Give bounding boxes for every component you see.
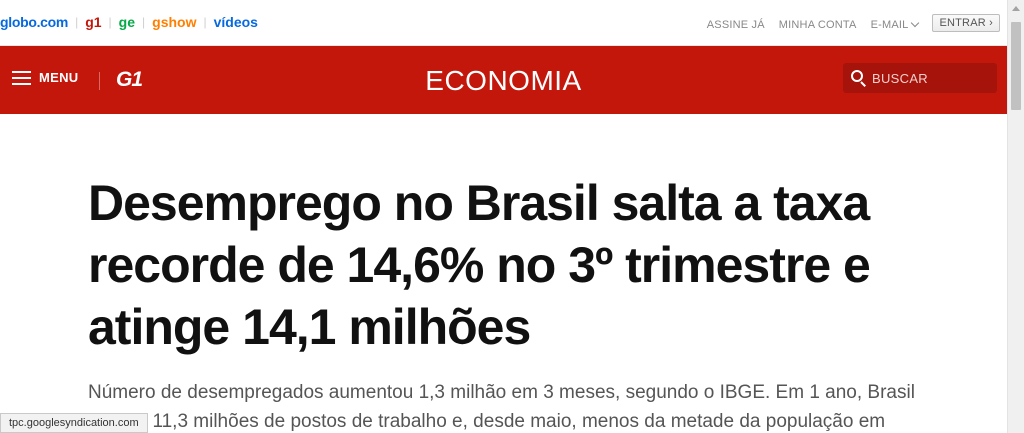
scroll-up-arrow-icon[interactable] bbox=[1012, 6, 1020, 11]
separator: | bbox=[142, 15, 146, 29]
brand-link-ge[interactable]: ge bbox=[119, 14, 135, 30]
login-button[interactable]: ENTRAR › bbox=[932, 14, 1000, 32]
email-label: E-MAIL bbox=[870, 19, 909, 31]
scrollbar-thumb[interactable] bbox=[1011, 22, 1021, 110]
brand-link-globo[interactable]: globo.com bbox=[0, 14, 68, 30]
search-placeholder: BUSCAR bbox=[872, 70, 928, 86]
browser-status-bar: tpc.googlesyndication.com bbox=[0, 413, 148, 433]
section-header: MENU G1 ECONOMIA BUSCAR bbox=[0, 46, 1007, 114]
article-subheadline: Número de desempregados aumentou 1,3 mil… bbox=[88, 382, 915, 432]
chevron-down-icon bbox=[911, 18, 920, 28]
article-headline: Desemprego no Brasil salta a taxa record… bbox=[88, 175, 871, 355]
email-menu[interactable]: E-MAIL bbox=[870, 18, 920, 31]
separator: | bbox=[108, 15, 112, 29]
vertical-scrollbar[interactable] bbox=[1007, 0, 1024, 433]
brand-link-videos[interactable]: vídeos bbox=[214, 14, 258, 30]
separator: | bbox=[75, 15, 79, 29]
search-input[interactable]: BUSCAR bbox=[843, 63, 997, 93]
brand-links: globo.com | g1 | ge | gshow | vídeos bbox=[0, 14, 258, 30]
brand-link-g1[interactable]: g1 bbox=[85, 14, 101, 30]
globo-top-bar: globo.com | g1 | ge | gshow | vídeos ASS… bbox=[0, 0, 1007, 46]
separator: | bbox=[203, 15, 207, 29]
search-icon bbox=[851, 70, 867, 87]
user-links: ASSINE JÁ MINHA CONTA E-MAIL ENTRAR › bbox=[693, 14, 1000, 34]
subscribe-link[interactable]: ASSINE JÁ bbox=[707, 19, 765, 31]
brand-link-gshow[interactable]: gshow bbox=[152, 14, 196, 30]
account-link[interactable]: MINHA CONTA bbox=[779, 19, 857, 31]
